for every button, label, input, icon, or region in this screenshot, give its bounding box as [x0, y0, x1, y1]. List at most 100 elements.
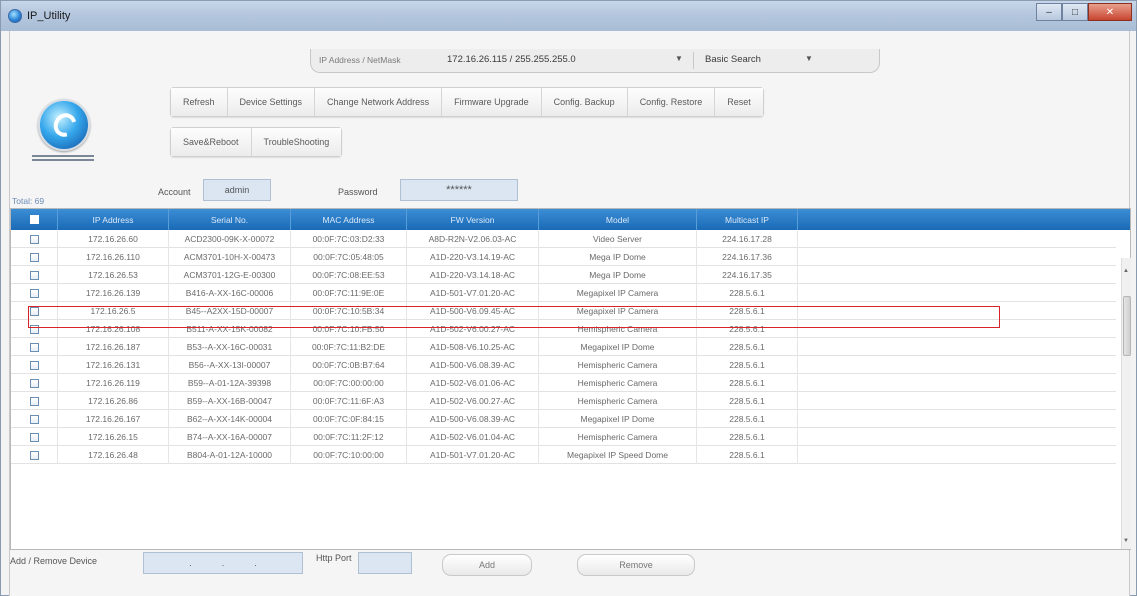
config-restore-button[interactable]: Config. Restore	[627, 88, 716, 116]
chevron-down-icon[interactable]: ▼	[675, 54, 683, 63]
row-select-cell	[11, 284, 58, 302]
row-checkbox[interactable]	[29, 360, 39, 370]
table-row[interactable]: 172.16.26.187 B53--A-XX-16C-00031 00:0F:7C…	[11, 338, 1116, 356]
cell-fw-version: A1D-500-V6.09.45-AC	[407, 302, 539, 320]
table-header: IP Address Serial No. MAC Address FW Ver…	[11, 209, 1130, 230]
cell-mac-address: 00:0F:7C:08:EE:53	[291, 266, 407, 284]
cell-mac-address: 00:0F:7C:10:00:00	[291, 446, 407, 464]
column-mac-address[interactable]: MAC Address	[291, 209, 407, 230]
row-spacer	[798, 320, 1116, 338]
row-checkbox[interactable]	[29, 324, 39, 334]
device-ip-input[interactable]: . . .	[143, 552, 303, 574]
http-port-input[interactable]	[358, 552, 412, 574]
remove-button[interactable]: Remove	[577, 554, 695, 576]
table-row[interactable]: 172.16.26.131 B56--A-XX-13I-00007 00:0F:7C…	[11, 356, 1116, 374]
cell-mac-address: 00:0F:7C:05:48:05	[291, 248, 407, 266]
cell-ip-address: 172.16.26.15	[58, 428, 169, 446]
cell-multicast-ip: 228.5.6.1	[697, 374, 798, 392]
table-row[interactable]: 172.16.26.119 B59--A-01-12A-39398 00:0F:7C…	[11, 374, 1116, 392]
cell-mac-address: 00:0F:7C:11:B2:DE	[291, 338, 407, 356]
column-multicast-ip[interactable]: Multicast IP	[697, 209, 798, 230]
minimize-button[interactable]: –	[1036, 3, 1062, 21]
row-checkbox[interactable]	[29, 432, 39, 442]
save-reboot-button[interactable]: Save&Reboot	[171, 128, 252, 156]
firmware-upgrade-button[interactable]: Firmware Upgrade	[442, 88, 542, 116]
table-row[interactable]: 172.16.26.60 ACD2300-09K-X-00072 00:0F:7C:…	[11, 230, 1116, 248]
cell-mac-address: 00:0F:7C:03:D2:33	[291, 230, 407, 248]
scroll-up-icon[interactable]: ▲	[1123, 268, 1129, 274]
row-spacer	[798, 374, 1116, 392]
troubleshooting-button[interactable]: TroubleShooting	[251, 128, 342, 156]
password-input[interactable]	[400, 179, 518, 201]
row-checkbox[interactable]	[29, 396, 39, 406]
divider	[693, 52, 694, 69]
table-body: 172.16.26.60 ACD2300-09K-X-00072 00:0F:7C:…	[11, 230, 1116, 549]
toolbar-row-2: Save&Reboot TroubleShooting	[170, 127, 343, 157]
cell-serial-no: B74--A-XX-16A-00007	[169, 428, 291, 446]
cell-mac-address: 00:0F:7C:10:5B:34	[291, 302, 407, 320]
cell-ip-address: 172.16.26.60	[58, 230, 169, 248]
table-row[interactable]: 172.16.26.86 B59--A-XX-16B-00047 00:0F:7C:…	[11, 392, 1116, 410]
row-spacer	[798, 248, 1116, 266]
cell-model: Megapixel IP Dome	[539, 410, 697, 428]
row-spacer	[798, 392, 1116, 410]
row-spacer	[798, 230, 1116, 248]
table-row[interactable]: 172.16.26.48 B804-A-01-12A-10000 00:0F:7C:…	[11, 446, 1116, 464]
reset-button[interactable]: Reset	[715, 88, 763, 116]
table-row[interactable]: 172.16.26.110 ACM3701-10H-X-00473 00:0F:7C…	[11, 248, 1116, 266]
table-row[interactable]: 172.16.26.5 B45--A2XX-15D-00007 00:0F:7C:1…	[11, 302, 1116, 320]
cell-model: Megapixel IP Speed Dome	[539, 446, 697, 464]
row-checkbox[interactable]	[29, 450, 39, 460]
vertical-scrollbar[interactable]: ▲ ▼	[1121, 258, 1131, 549]
column-ip-address[interactable]: IP Address	[58, 209, 169, 230]
table-row[interactable]: 172.16.26.167 B62--A-XX-14K-00004 00:0F:7C…	[11, 410, 1116, 428]
cell-fw-version: A1D-502-V6.01.04-AC	[407, 428, 539, 446]
refresh-button[interactable]: Refresh	[171, 88, 228, 116]
cell-ip-address: 172.16.26.86	[58, 392, 169, 410]
close-button[interactable]: ✕	[1088, 3, 1132, 21]
ip-netmask-select[interactable]: 172.16.26.115 / 255.255.255.0	[447, 54, 576, 65]
select-all-checkbox[interactable]	[29, 215, 39, 224]
row-checkbox[interactable]	[29, 414, 39, 424]
scroll-thumb[interactable]	[1123, 296, 1131, 356]
cell-ip-address: 172.16.26.108	[58, 320, 169, 338]
row-select-cell	[11, 356, 58, 374]
search-mode-select[interactable]: Basic Search	[705, 54, 761, 65]
table-row[interactable]: 172.16.26.108 B511-A-XX-15K-00082 00:0F:7C…	[11, 320, 1116, 338]
table-row[interactable]: 172.16.26.53 ACM3701-12G-E-00300 00:0F:7C:…	[11, 266, 1116, 284]
device-settings-button[interactable]: Device Settings	[227, 88, 316, 116]
cell-mac-address: 00:0F:7C:11:9E:0E	[291, 284, 407, 302]
row-checkbox[interactable]	[29, 270, 39, 280]
cell-ip-address: 172.16.26.110	[58, 248, 169, 266]
row-checkbox[interactable]	[29, 306, 39, 316]
config-backup-button[interactable]: Config. Backup	[541, 88, 628, 116]
cell-fw-version: A1D-502-V6.00.27-AC	[407, 392, 539, 410]
row-select-cell	[11, 392, 58, 410]
row-spacer	[798, 338, 1116, 356]
cell-serial-no: B416-A-XX-16C-00006	[169, 284, 291, 302]
row-spacer	[798, 284, 1116, 302]
table-row[interactable]: 172.16.26.15 B74--A-XX-16A-00007 00:0F:7C:…	[11, 428, 1116, 446]
cell-fw-version: A1D-501-V7.01.20-AC	[407, 284, 539, 302]
chevron-down-icon[interactable]: ▼	[805, 54, 813, 63]
row-checkbox[interactable]	[29, 378, 39, 388]
column-fw-version[interactable]: FW Version	[407, 209, 539, 230]
row-select-cell	[11, 320, 58, 338]
maximize-button[interactable]: □	[1062, 3, 1088, 21]
account-input[interactable]	[203, 179, 271, 201]
cell-multicast-ip: 228.5.6.1	[697, 428, 798, 446]
cell-multicast-ip: 224.16.17.28	[697, 230, 798, 248]
column-serial-no[interactable]: Serial No.	[169, 209, 291, 230]
cell-multicast-ip: 228.5.6.1	[697, 284, 798, 302]
column-model[interactable]: Model	[539, 209, 697, 230]
row-checkbox[interactable]	[29, 252, 39, 262]
cell-fw-version: A8D-R2N-V2.06.03-AC	[407, 230, 539, 248]
add-button[interactable]: Add	[442, 554, 532, 576]
change-network-address-button[interactable]: Change Network Address	[315, 88, 443, 116]
cell-serial-no: ACM3701-10H-X-00473	[169, 248, 291, 266]
row-checkbox[interactable]	[29, 342, 39, 352]
table-row[interactable]: 172.16.26.139 B416-A-XX-16C-00006 00:0F:7C…	[11, 284, 1116, 302]
row-checkbox[interactable]	[29, 234, 39, 244]
row-checkbox[interactable]	[29, 288, 39, 298]
title-bar[interactable]: IP_Utility – □ ✕	[1, 1, 1136, 31]
